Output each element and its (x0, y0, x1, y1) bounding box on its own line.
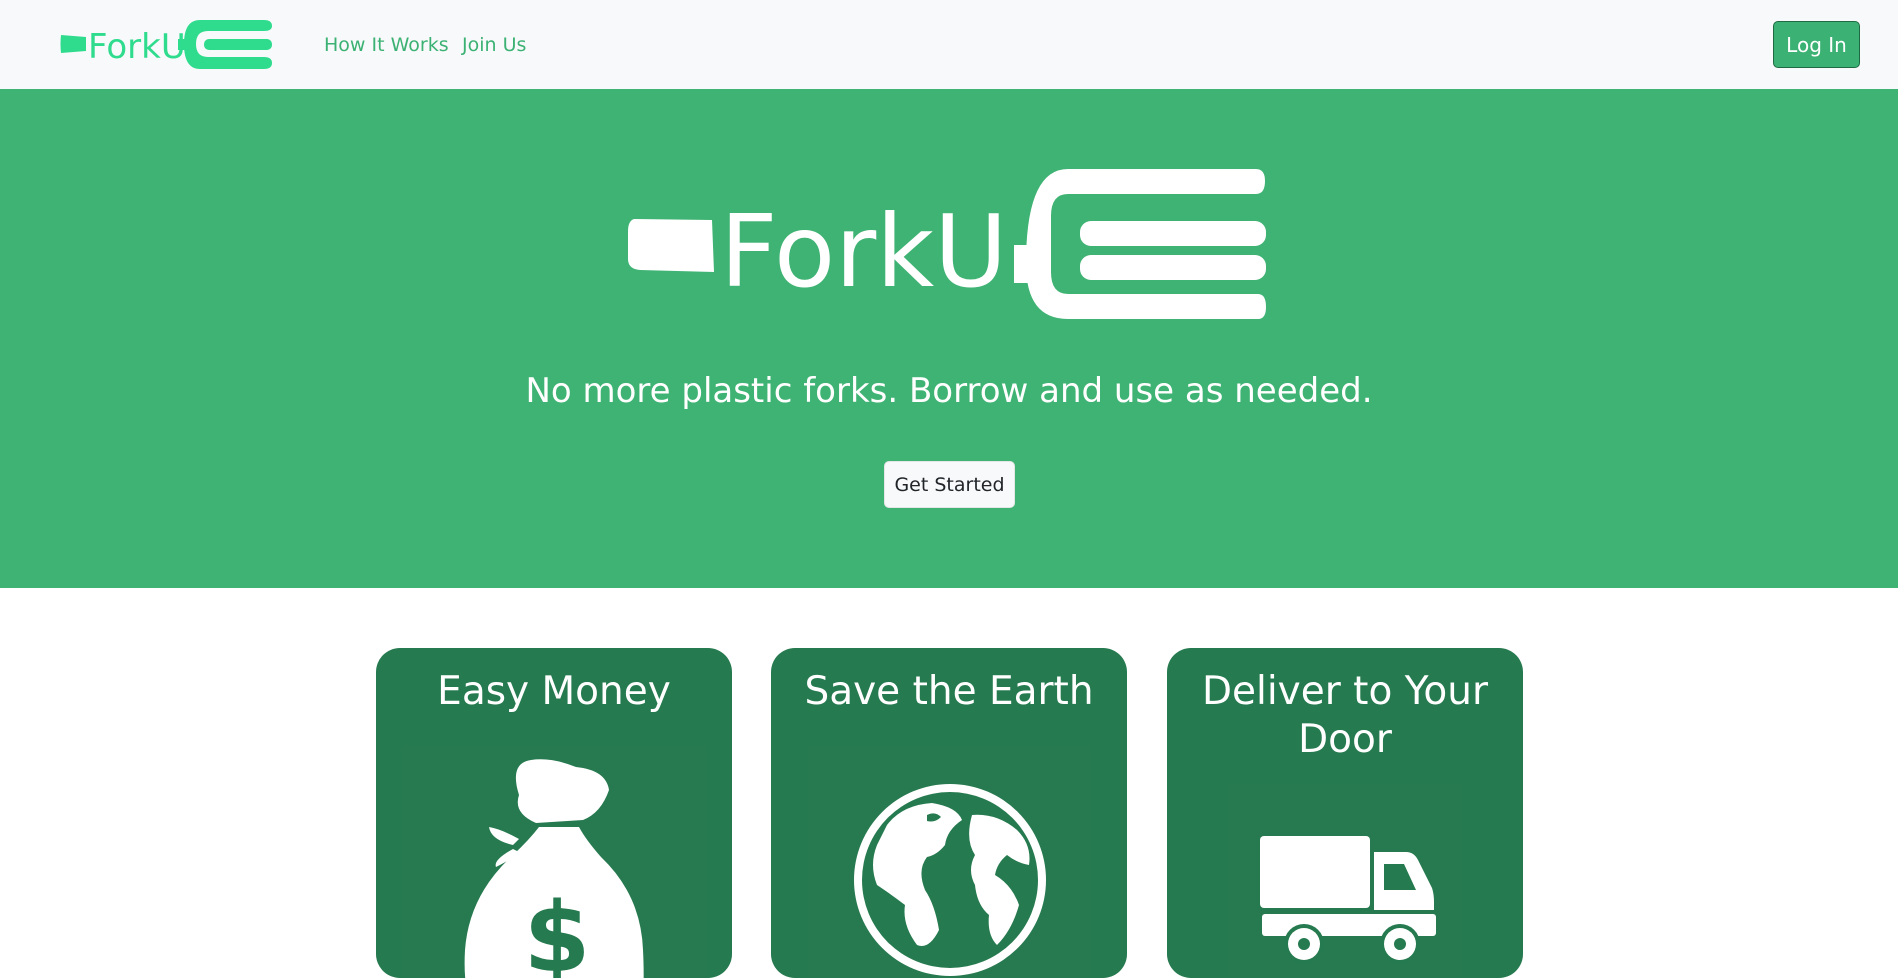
money-bag-icon: $ (401, 745, 707, 978)
delivery-truck-icon (1228, 784, 1462, 978)
get-started-button[interactable]: Get Started (884, 461, 1015, 508)
svg-text:ForkU: ForkU (88, 27, 186, 67)
hero-section: ForkU No more plastic forks. Borrow and … (0, 89, 1898, 588)
card-title: Save the Earth (804, 669, 1094, 714)
nav-link-how-it-works[interactable]: How It Works (324, 34, 449, 56)
brand-logo[interactable]: ForkU (60, 20, 272, 69)
navbar: ForkU How It Works Join Us Log In (0, 0, 1898, 89)
card-title: Easy Money (437, 669, 671, 714)
nav-link-join-us[interactable]: Join Us (462, 34, 526, 56)
feature-card-save-the-earth: Save the Earth (771, 648, 1127, 978)
svg-text:$: $ (524, 882, 591, 978)
fork-logo-icon: ForkU (628, 169, 1266, 319)
svg-text:ForkU: ForkU (720, 193, 1007, 310)
fork-logo-icon: ForkU (60, 20, 272, 69)
feature-card-easy-money: Easy Money $ (376, 648, 732, 978)
login-button[interactable]: Log In (1773, 21, 1860, 68)
hero-tagline: No more plastic forks. Borrow and use as… (525, 371, 1373, 411)
card-title: Deliver to Your Door (1201, 669, 1488, 762)
globe-icon (807, 745, 1091, 978)
hero-logo: ForkU (628, 169, 1268, 319)
feature-card-deliver-to-your-door: Deliver to Your Door (1167, 648, 1523, 978)
